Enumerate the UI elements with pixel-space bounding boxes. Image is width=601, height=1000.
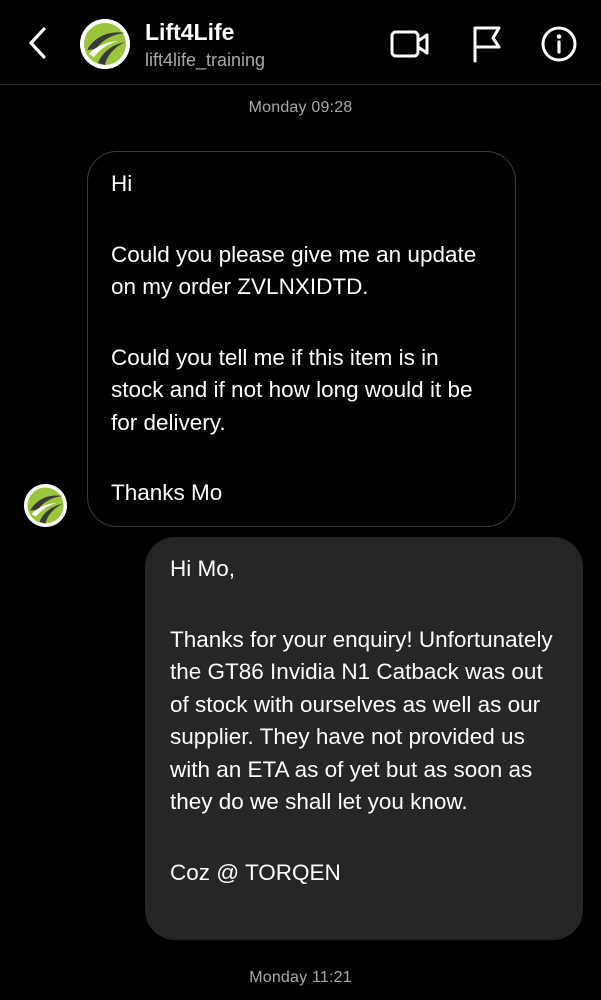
message-paragraph: Hi Mo, xyxy=(170,556,236,581)
message-paragraph: Could you tell me if this item is in sto… xyxy=(111,344,473,435)
message-paragraph: Hi xyxy=(111,171,133,196)
profile-avatar[interactable] xyxy=(80,19,130,69)
message-paragraph: Thanks Mo xyxy=(111,480,223,505)
flag-icon xyxy=(473,26,501,63)
sender-avatar[interactable] xyxy=(24,484,67,527)
outgoing-message-bubble[interactable]: Hi Mo, Thanks for your enquiry! Unfortun… xyxy=(145,537,583,940)
chat-username: lift4life_training xyxy=(145,50,266,70)
incoming-message-bubble[interactable]: Hi Could you please give me an update on… xyxy=(87,151,516,527)
chat-header: Lift4Life lift4life_training xyxy=(0,0,601,85)
video-call-button[interactable] xyxy=(390,24,430,64)
message-timestamp: Monday 09:28 xyxy=(248,99,353,116)
message-timestamp: Monday 11:21 xyxy=(249,969,352,986)
back-button[interactable] xyxy=(20,26,54,60)
info-icon xyxy=(541,26,577,62)
report-button[interactable] xyxy=(466,24,506,64)
profile-name-block[interactable]: Lift4Life lift4life_training xyxy=(145,18,265,72)
video-call-icon xyxy=(390,30,429,58)
message-paragraph: Could you please give me an update on my… xyxy=(111,241,477,300)
chat-title: Lift4Life xyxy=(145,19,235,45)
chevron-left-icon xyxy=(29,27,46,59)
info-button[interactable] xyxy=(539,24,579,64)
message-paragraph: Coz @ TORQEN xyxy=(170,859,341,885)
message-paragraph: Thanks for your enquiry! Unfortunately t… xyxy=(170,626,553,815)
